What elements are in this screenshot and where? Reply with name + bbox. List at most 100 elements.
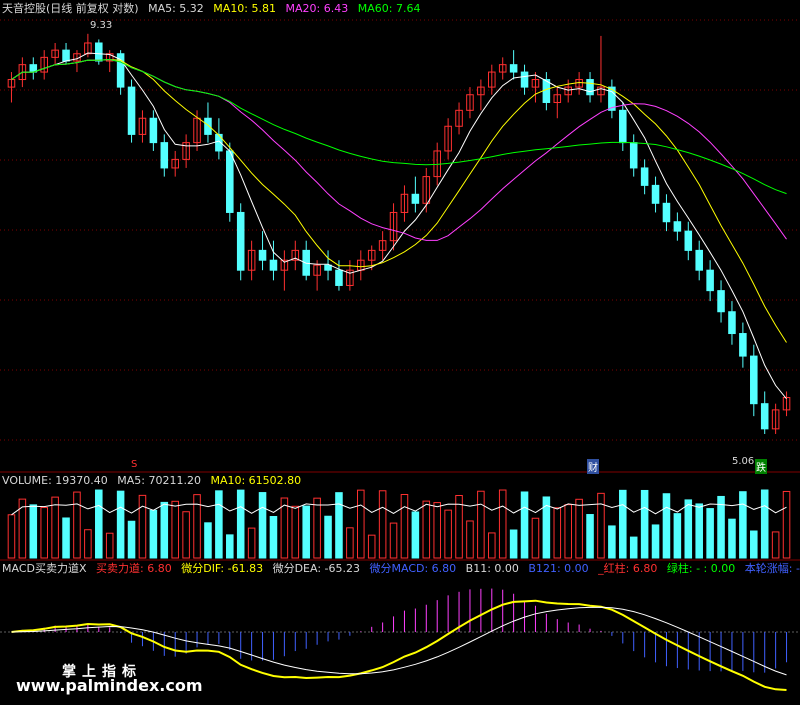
ma60-value: MA60: 7.64 xyxy=(357,2,421,15)
volume-bar xyxy=(236,489,245,559)
volume-bar xyxy=(160,501,169,559)
candlestick-panel xyxy=(7,33,791,434)
macd-dif: 微分DIF: -61.83 xyxy=(181,562,264,575)
volume-bar xyxy=(171,500,179,559)
volume-bar xyxy=(204,522,212,559)
volume-bar xyxy=(466,520,474,559)
macd-b11: B11: 0.00 xyxy=(465,562,519,575)
candle-body xyxy=(673,221,682,232)
volume-bar xyxy=(269,515,278,559)
volume-bar xyxy=(226,534,234,559)
volume-header: VOLUME: 19370.40 MA5: 70211.20 MA10: 615… xyxy=(2,474,307,488)
macd-macd: 微分MACD: 6.80 xyxy=(369,562,457,575)
candle-body xyxy=(160,142,169,169)
volume-bar xyxy=(673,513,682,559)
volume-bar xyxy=(335,492,343,559)
volume-bar xyxy=(73,491,81,559)
candle-body xyxy=(226,150,234,213)
volume-bar xyxy=(662,493,671,559)
macd-force: 买卖力道: 6.80 xyxy=(96,562,172,575)
macd-green: 绿柱: - : 0.00 xyxy=(666,562,736,575)
low-price-label: 5.06 xyxy=(732,456,755,467)
marker-s: S xyxy=(131,459,138,470)
volume-bar xyxy=(717,495,725,559)
candle-body xyxy=(750,355,758,405)
volume-bar xyxy=(29,504,38,559)
volume-bar xyxy=(215,490,223,559)
candle-body xyxy=(662,202,671,223)
candle-body xyxy=(629,142,638,169)
stock-chart: 天音控股(日线 前复权 对数) MA5: 5.32 MA10: 5.81 MA2… xyxy=(0,0,800,705)
volume-bar xyxy=(389,522,398,559)
candle-body xyxy=(717,290,725,313)
volume-bar xyxy=(40,507,48,559)
candle-body xyxy=(258,249,267,261)
candle-body xyxy=(127,86,136,135)
volume-bar xyxy=(182,511,190,559)
volume-ma5: MA5: 70211.20 xyxy=(117,474,201,487)
candle-body xyxy=(411,193,420,204)
marker-cai: 财 xyxy=(587,459,599,474)
ma60-line xyxy=(11,58,787,195)
volume-bar xyxy=(18,498,27,559)
candle-body xyxy=(236,211,245,271)
volume-bar xyxy=(138,494,147,559)
volume-bar xyxy=(531,517,540,559)
volume-bar xyxy=(51,496,59,559)
candle-body xyxy=(739,333,747,357)
ma5-line xyxy=(11,52,787,400)
candle-body xyxy=(684,230,693,251)
candle-body xyxy=(760,403,769,430)
watermark-url: www.palmindex.com xyxy=(16,676,203,695)
volume-bar xyxy=(105,532,114,559)
volume-bar xyxy=(149,509,158,559)
volume-bar xyxy=(651,524,660,559)
volume-bar xyxy=(597,492,605,559)
volume-bar xyxy=(695,503,703,559)
volume-bar xyxy=(400,494,409,559)
volume-bar xyxy=(258,492,267,559)
volume-bar xyxy=(640,489,649,559)
volume-bar xyxy=(95,489,103,559)
candle-body xyxy=(586,79,594,96)
candle-body xyxy=(542,79,551,103)
volume-bar xyxy=(586,514,594,559)
volume-bar xyxy=(564,504,572,559)
volume-bar xyxy=(247,527,256,559)
macd-dea: 微分DEA: -65.23 xyxy=(272,562,360,575)
volume-bar xyxy=(367,534,376,559)
candle-body xyxy=(204,117,212,135)
volume-bar xyxy=(346,527,354,559)
candle-body xyxy=(651,184,660,204)
volume-bar xyxy=(378,490,387,559)
volume-panel xyxy=(7,489,791,559)
volume-bar xyxy=(739,491,747,559)
volume-bar xyxy=(782,490,791,559)
volume-bar xyxy=(291,505,300,559)
marker-die: 跌 xyxy=(755,459,767,474)
volume-bar xyxy=(324,515,332,559)
volume-bar xyxy=(411,511,420,559)
volume-ma10: MA10: 61502.80 xyxy=(210,474,302,487)
candle-body xyxy=(95,42,103,62)
high-price-label: 9.33 xyxy=(90,20,113,31)
volume-bar xyxy=(7,514,16,559)
volume-bar xyxy=(520,491,529,559)
volume-bar xyxy=(477,490,485,559)
ma10-value: MA10: 5.81 xyxy=(213,2,277,15)
volume-bar xyxy=(750,530,758,559)
volume-ma5-line xyxy=(11,503,787,516)
volume-bar xyxy=(760,489,769,559)
macd-b121: B121: 0.00 xyxy=(528,562,589,575)
volume-bar xyxy=(488,532,496,559)
volume-bar xyxy=(116,490,125,559)
volume-bar xyxy=(422,500,431,559)
volume-bar xyxy=(302,505,310,559)
volume-bar xyxy=(629,536,638,559)
volume-bar xyxy=(553,507,562,559)
candle-body xyxy=(509,64,518,73)
volume-bar xyxy=(619,489,627,559)
candle-body xyxy=(695,249,703,271)
macd-header: MACD买卖力道X 买卖力道: 6.80 微分DIF: -61.83 微分DEA… xyxy=(2,562,800,576)
candle-body xyxy=(706,269,714,292)
